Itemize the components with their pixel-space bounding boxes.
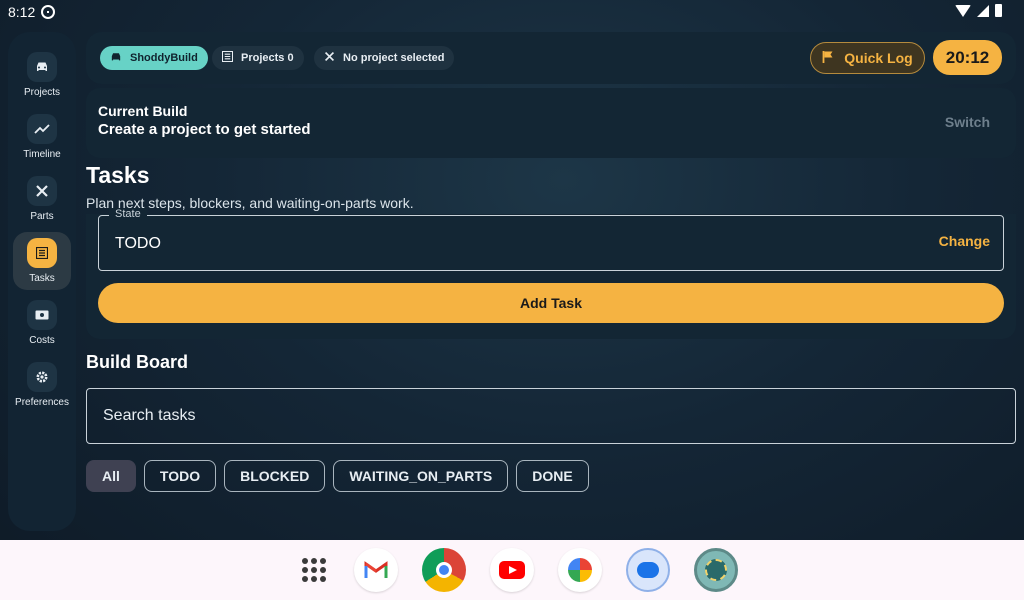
flag-icon <box>822 50 834 67</box>
status-bar: 8:12 <box>0 0 1024 24</box>
nav-item-tasks[interactable]: Tasks <box>13 232 71 290</box>
top-app-bar: ShoddyBuild Projects 0 No project select… <box>86 32 1016 84</box>
search-placeholder: Search tasks <box>103 407 196 424</box>
gear-icon <box>27 362 57 392</box>
current-build-subtitle: Create a project to get started <box>98 121 311 138</box>
list-icon <box>27 238 57 268</box>
project-chip-label: No project selected <box>343 52 445 64</box>
nav-label: Tasks <box>29 273 55 284</box>
nav-item-timeline[interactable]: Timeline <box>13 108 71 166</box>
nav-item-costs[interactable]: Costs <box>13 294 71 352</box>
filter-chip-all[interactable]: All <box>86 460 136 492</box>
filter-chip-blocked[interactable]: BLOCKED <box>224 460 326 492</box>
app-chip[interactable]: ShoddyBuild <box>100 46 208 70</box>
nav-label: Costs <box>29 335 55 346</box>
page-title: Tasks <box>86 162 150 188</box>
nav-label: Preferences <box>15 397 69 408</box>
current-build-card: Current Build Create a project to get st… <box>86 88 1016 158</box>
state-field-label: State <box>109 208 147 220</box>
task-form-card: State TODO Change Add Task <box>86 208 1016 339</box>
system-notification-icon <box>41 5 55 19</box>
trend-icon <box>27 114 57 144</box>
state-field[interactable]: State TODO Change <box>98 208 1004 271</box>
filter-chip-todo[interactable]: TODO <box>143 460 217 492</box>
nav-item-preferences[interactable]: Preferences <box>13 356 71 414</box>
projects-chip-label: Projects 0 <box>241 52 294 64</box>
projects-chip[interactable]: Projects 0 <box>212 46 304 70</box>
status-time: 8:12 <box>8 4 36 20</box>
chrome-icon[interactable] <box>422 548 466 592</box>
filter-chip-done[interactable]: DONE <box>516 460 589 492</box>
tools-icon <box>324 51 335 65</box>
nav-label: Timeline <box>23 149 61 160</box>
signal-icon <box>977 4 989 17</box>
filter-chip-waiting-on-parts[interactable]: WAITING_ON_PARTS <box>333 460 509 492</box>
taskbar <box>0 540 1024 600</box>
nav-item-projects[interactable]: Projects <box>13 46 71 104</box>
switch-button[interactable]: Switch <box>945 114 990 130</box>
list-icon <box>221 50 234 65</box>
current-build-title: Current Build <box>98 103 188 119</box>
filter-chips: All TODO BLOCKED WAITING_ON_PARTS DONE <box>86 460 589 492</box>
car-icon <box>110 52 122 65</box>
car-icon <box>27 52 57 82</box>
app-drawer-icon[interactable] <box>292 548 336 592</box>
project-chip[interactable]: No project selected <box>314 46 455 70</box>
navigation-rail: Projects Timeline Parts Tasks Costs Pref… <box>8 32 76 531</box>
nav-label: Parts <box>30 211 54 222</box>
battery-icon <box>995 4 1002 17</box>
change-state-button[interactable]: Change <box>939 233 990 249</box>
nav-item-parts[interactable]: Parts <box>13 170 71 228</box>
tools-icon <box>27 176 57 206</box>
wifi-icon <box>955 4 971 17</box>
quick-log-button[interactable]: Quick Log <box>810 42 925 74</box>
quick-log-label: Quick Log <box>844 50 913 66</box>
messages-icon[interactable] <box>626 548 670 592</box>
youtube-icon[interactable] <box>490 548 534 592</box>
search-input[interactable]: Search tasks <box>86 388 1016 444</box>
state-field-value: TODO <box>115 235 161 252</box>
build-board-title: Build Board <box>86 352 188 372</box>
gmail-icon[interactable] <box>354 548 398 592</box>
status-icons <box>955 4 1002 17</box>
nav-label: Projects <box>23 87 61 98</box>
photos-icon[interactable] <box>558 548 602 592</box>
app-chip-label: ShoddyBuild <box>130 52 198 64</box>
cash-icon <box>27 300 57 330</box>
clock-display: 20:12 <box>933 40 1002 75</box>
shoddybuild-app-icon[interactable] <box>694 548 738 592</box>
add-task-button[interactable]: Add Task <box>98 283 1004 323</box>
